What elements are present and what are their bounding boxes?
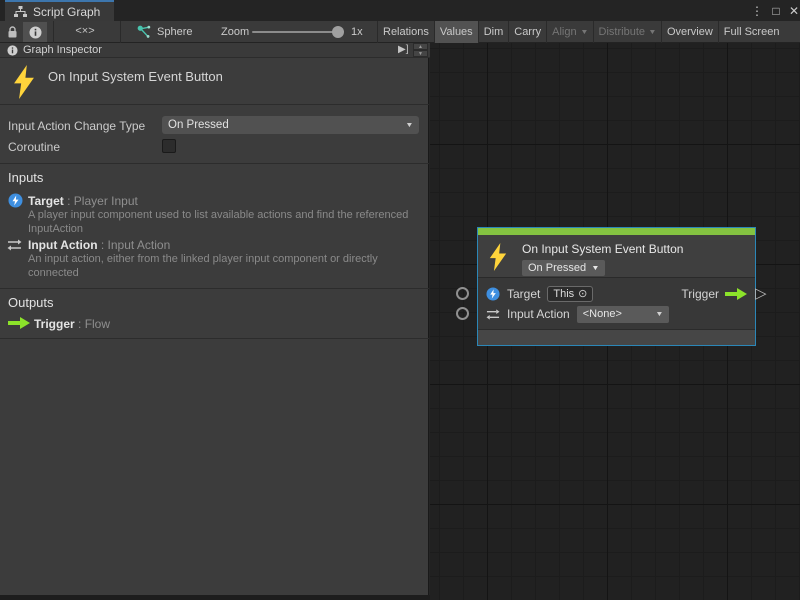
full-screen-button[interactable]: Full Screen — [718, 21, 785, 43]
graph-inspector-panel: On Input System Event Button Input Actio… — [0, 58, 429, 595]
align-button[interactable]: Align ▼ — [546, 21, 592, 43]
chevron-down-icon: ▼ — [655, 311, 663, 318]
code-view-icon[interactable]: <×> — [70, 25, 100, 37]
graph-reference-icon — [137, 25, 151, 39]
graph-inspector-header: Graph Inspector ▶] ▲ ▼ — [0, 43, 430, 58]
target-object-field[interactable]: This ⊙ — [547, 286, 593, 302]
output-port-row: Trigger : Flow — [34, 315, 110, 333]
divider — [0, 288, 429, 289]
trigger-label: Trigger — [681, 287, 719, 301]
object-picker-icon[interactable]: ⊙ — [578, 289, 587, 300]
input-action-type-icon — [7, 238, 22, 252]
input-action-port-row: Input Action <None> ▼ — [486, 304, 747, 324]
coroutine-checkbox[interactable] — [162, 139, 176, 153]
window-maximize-icon[interactable]: □ — [767, 0, 785, 21]
lock-icon[interactable] — [7, 26, 18, 39]
graph-toolbar: <×> Sphere Zoom 1x Relations Values Dim … — [0, 21, 800, 43]
carry-button[interactable]: Carry — [508, 21, 546, 43]
panel-scrollers: ▲ ▼ — [413, 43, 428, 58]
toolbar-divider — [120, 21, 121, 43]
node-header[interactable]: On Input System Event Button On Pressed … — [478, 235, 755, 278]
script-graph-window: Script Graph ⋮ □ ✕ <×> Sphere Zoom — [0, 0, 800, 600]
inspector-title: Graph Inspector — [23, 44, 102, 56]
event-node[interactable]: On Input System Event Button On Pressed … — [477, 227, 756, 346]
inputs-heading: Inputs — [8, 170, 43, 185]
change-type-label: Input Action Change Type — [8, 119, 145, 133]
input-action-dropdown[interactable]: <None> ▼ — [577, 306, 669, 323]
player-input-type-icon — [486, 287, 500, 301]
trigger-output[interactable]: Trigger — [681, 287, 747, 301]
window-menu-icon[interactable]: ⋮ — [748, 0, 766, 21]
input-port-description: A player input component used to list av… — [28, 208, 424, 236]
expand-panel-icon[interactable]: ▶] — [398, 44, 408, 55]
info-icon — [7, 45, 18, 56]
divider — [0, 163, 429, 164]
graph-hierarchy-icon — [14, 6, 27, 18]
node-title: On Input System Event Button — [522, 242, 683, 256]
node-mode-dropdown[interactable]: On Pressed ▼ — [522, 260, 605, 276]
panel-bottom-border — [0, 595, 430, 600]
target-port-row: Target This ⊙ Trigger — [486, 284, 747, 304]
change-type-dropdown[interactable]: On Pressed ▼ — [162, 116, 419, 134]
flow-arrow-icon — [725, 288, 747, 300]
inspector-toggle-button[interactable] — [23, 22, 47, 42]
player-input-type-icon — [8, 193, 23, 208]
coroutine-label: Coroutine — [8, 140, 60, 154]
relations-button[interactable]: Relations — [377, 21, 434, 43]
event-bolt-icon — [12, 65, 36, 99]
input-action-type-icon — [486, 308, 500, 321]
zoom-slider-track[interactable] — [252, 31, 338, 33]
toolbar-button-group: Relations Values Dim Carry Align ▼ Distr… — [377, 21, 784, 43]
distribute-button[interactable]: Distribute ▼ — [593, 21, 661, 43]
scroll-up-icon[interactable]: ▲ — [413, 43, 428, 50]
zoom-value: 1x — [351, 26, 363, 38]
tab-bar: Script Graph ⋮ □ ✕ — [0, 0, 800, 21]
unit-title: On Input System Event Button — [48, 69, 223, 84]
zoom-label: Zoom — [221, 26, 249, 38]
divider — [0, 104, 429, 105]
dim-button[interactable]: Dim — [478, 21, 509, 43]
trigger-output-port-icon[interactable]: ▷ — [755, 285, 767, 302]
chevron-down-icon: ▼ — [405, 122, 413, 129]
overview-button[interactable]: Overview — [661, 21, 718, 43]
flow-arrow-icon — [8, 317, 30, 329]
outputs-heading: Outputs — [8, 295, 54, 310]
input-port-description: An input action, either from the linked … — [28, 252, 424, 280]
chevron-down-icon: ▼ — [591, 265, 599, 272]
values-button[interactable]: Values — [434, 21, 478, 43]
node-footer — [478, 329, 755, 345]
target-port-label: Target — [507, 287, 540, 301]
window-close-icon[interactable]: ✕ — [785, 0, 800, 21]
node-accent-bar — [478, 228, 755, 235]
graph-canvas[interactable]: On Input System Event Button On Pressed … — [430, 43, 800, 600]
event-bolt-icon — [489, 243, 507, 271]
input-action-port-label: Input Action — [507, 307, 570, 321]
divider — [0, 338, 429, 339]
chevron-down-icon: ▼ — [580, 29, 588, 36]
target-input-port[interactable] — [456, 287, 469, 300]
tab-label: Script Graph — [33, 5, 100, 19]
scroll-down-icon[interactable]: ▼ — [413, 50, 428, 57]
chevron-down-icon: ▼ — [648, 29, 656, 36]
info-icon — [29, 26, 42, 39]
zoom-slider-handle[interactable] — [332, 26, 344, 38]
toolbar-divider — [53, 21, 54, 43]
tab-script-graph[interactable]: Script Graph — [5, 0, 114, 21]
graph-name-label[interactable]: Sphere — [157, 26, 192, 38]
input-action-input-port[interactable] — [456, 307, 469, 320]
node-body: Target This ⊙ Trigger — [478, 278, 755, 329]
